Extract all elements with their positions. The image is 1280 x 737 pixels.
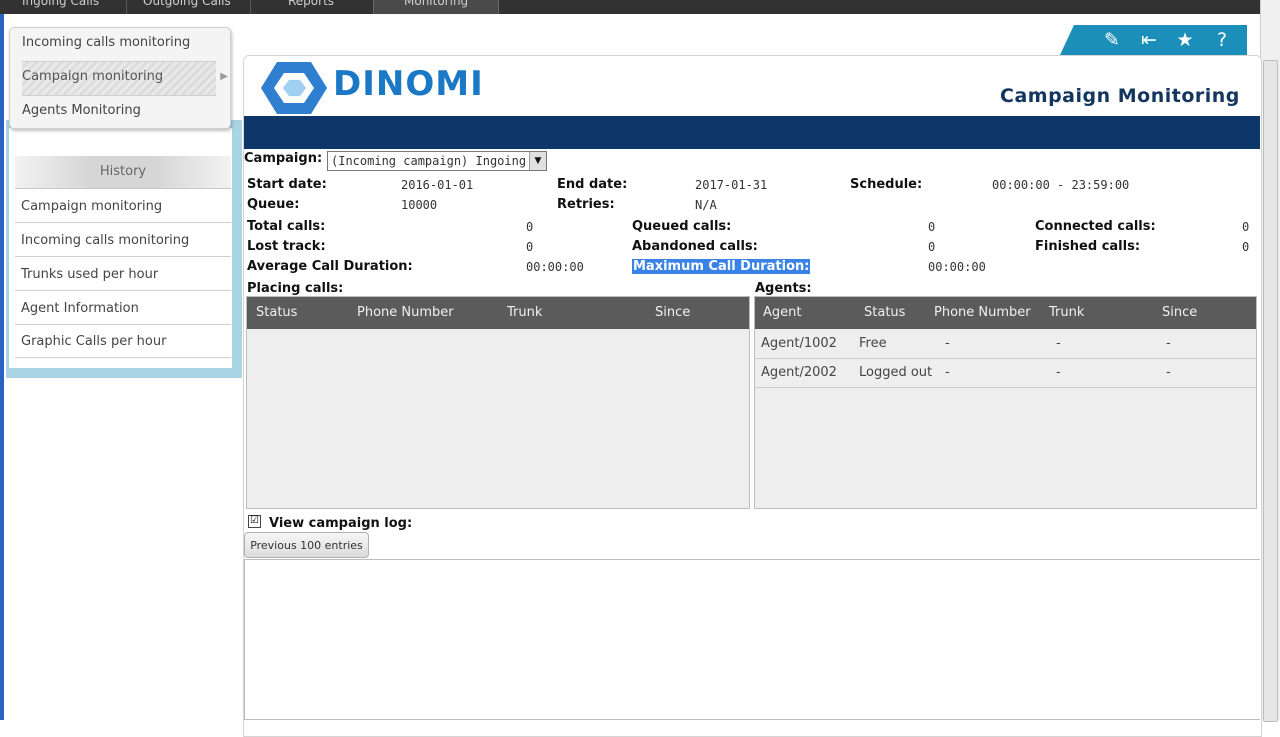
nav-separator <box>126 0 127 14</box>
finished-calls-value: 0 <box>1242 240 1250 254</box>
table-row[interactable]: Agent/1002 Free - - - <box>755 329 1256 359</box>
history-item-incoming-calls-monitoring[interactable]: Incoming calls monitoring <box>15 224 231 257</box>
agent-cell: Agent/1002 <box>761 336 837 351</box>
submenu-item-label: Agents Monitoring <box>22 103 141 118</box>
campaign-label: Campaign: <box>244 151 323 166</box>
queued-calls-label: Queued calls: <box>632 219 732 234</box>
column-header-trunk[interactable]: Trunk <box>507 297 542 329</box>
start-date-label: Start date: <box>247 177 327 192</box>
history-header: History <box>15 156 231 189</box>
campaign-log-area <box>244 559 1260 720</box>
dinomi-logo-icon <box>261 62 327 114</box>
total-calls-value: 0 <box>526 220 534 234</box>
retries-label: Retries: <box>557 197 615 212</box>
lost-track-label: Lost track: <box>247 239 326 254</box>
column-header-agent[interactable]: Agent <box>763 297 801 329</box>
trunk-cell: - <box>1056 336 1061 351</box>
chevron-right-icon: ▶ <box>220 71 228 82</box>
table-header: Status Phone Number Trunk Since <box>247 297 749 329</box>
submenu-item-label: Campaign monitoring <box>22 69 164 84</box>
avg-duration-label: Average Call Duration: <box>247 259 413 274</box>
schedule-value: 00:00:00 - 23:59:00 <box>992 178 1130 192</box>
total-calls-label: Total calls: <box>247 219 326 234</box>
placing-calls-title: Placing calls: <box>247 281 344 296</box>
collapse-icon[interactable]: ⇤ <box>1135 27 1163 53</box>
max-duration-value: 00:00:00 <box>928 260 986 274</box>
nav-tab-outgoing-calls[interactable]: Outgoing Calls <box>143 0 231 14</box>
view-log-label: View campaign log: <box>269 516 413 531</box>
trunk-cell: - <box>1056 365 1061 380</box>
lost-track-value: 0 <box>526 240 534 254</box>
status-cell: Logged out <box>859 365 933 380</box>
table-header: Agent Status Phone Number Trunk Since <box>755 297 1256 329</box>
nav-separator <box>250 0 251 14</box>
nav-tab-reports[interactable]: Reports <box>288 0 334 14</box>
abandoned-calls-value: 0 <box>928 240 936 254</box>
toolbar: ✎ ⇤ ★ ? <box>1060 25 1247 55</box>
scrollbar-thumb[interactable] <box>1263 60 1278 722</box>
queue-label: Queue: <box>247 197 300 212</box>
history-item-graphic-calls-per-hour[interactable]: Graphic Calls per hour <box>15 325 231 358</box>
agents-table: Agent Status Phone Number Trunk Since Ag… <box>754 296 1257 509</box>
schedule-label: Schedule: <box>850 177 923 192</box>
top-nav-bar: Ingoing Calls Outgoing Calls Reports Mon… <box>0 0 1260 14</box>
edit-icon[interactable]: ✎ <box>1098 27 1126 53</box>
finished-calls-label: Finished calls: <box>1035 239 1141 254</box>
header-banner <box>244 116 1260 149</box>
submenu-item-agents-monitoring[interactable]: Agents Monitoring <box>22 96 216 130</box>
left-border <box>0 14 4 720</box>
placing-calls-table: Status Phone Number Trunk Since <box>246 296 750 509</box>
queued-calls-value: 0 <box>928 220 936 234</box>
campaign-select-value: (Incoming campaign) Ingoing <box>331 154 527 168</box>
campaign-select[interactable]: (Incoming campaign) Ingoing ▼ <box>327 151 547 171</box>
max-duration-label: Maximum Call Duration: <box>632 259 811 274</box>
history-item-agent-information[interactable]: Agent Information <box>15 292 231 325</box>
history-item-campaign-monitoring[interactable]: Campaign monitoring <box>15 190 231 223</box>
status-cell: Free <box>859 336 887 351</box>
submenu-item-incoming-calls-monitoring[interactable]: Incoming calls monitoring <box>22 28 216 62</box>
chevron-down-icon[interactable]: ▼ <box>529 152 546 170</box>
page-title: Campaign Monitoring <box>1000 85 1240 107</box>
end-date-value: 2017-01-31 <box>695 178 768 192</box>
queue-value: 10000 <box>401 198 438 212</box>
start-date-value: 2016-01-01 <box>401 178 474 192</box>
previous-entries-button[interactable]: Previous 100 entries <box>244 532 369 558</box>
end-date-label: End date: <box>557 177 628 192</box>
column-header-phone-number[interactable]: Phone Number <box>934 297 1031 329</box>
brand-name: DINOMI <box>333 64 484 104</box>
avg-duration-value: 00:00:00 <box>526 260 584 274</box>
phone-number-cell: - <box>945 336 950 351</box>
nav-tab-monitoring[interactable]: Monitoring <box>373 0 500 14</box>
column-header-since[interactable]: Since <box>1162 297 1197 329</box>
history-item-trunks-used-per-hour[interactable]: Trunks used per hour <box>15 258 231 291</box>
monitoring-submenu: Incoming calls monitoring Campaign monit… <box>9 27 231 130</box>
submenu-item-campaign-monitoring[interactable]: Campaign monitoring ▶ <box>22 62 228 96</box>
star-icon[interactable]: ★ <box>1171 27 1199 53</box>
column-header-phone-number[interactable]: Phone Number <box>357 297 454 329</box>
since-cell: - <box>1166 336 1171 351</box>
agent-cell: Agent/2002 <box>761 365 837 380</box>
connected-calls-value: 0 <box>1242 220 1250 234</box>
help-icon[interactable]: ? <box>1208 27 1236 53</box>
phone-number-cell: - <box>945 365 950 380</box>
connected-calls-label: Connected calls: <box>1035 219 1156 234</box>
column-header-status[interactable]: Status <box>864 297 905 329</box>
since-cell: - <box>1166 365 1171 380</box>
abandoned-calls-label: Abandoned calls: <box>632 239 758 254</box>
submenu-item-label: Incoming calls monitoring <box>22 35 191 50</box>
column-header-since[interactable]: Since <box>655 297 690 329</box>
view-log-checkbox[interactable]: ☑ <box>248 515 261 528</box>
agents-title: Agents: <box>755 281 812 296</box>
nav-tab-ingoing-calls[interactable]: Ingoing Calls <box>22 0 99 14</box>
column-header-trunk[interactable]: Trunk <box>1049 297 1084 329</box>
retries-value: N/A <box>695 198 717 212</box>
table-row[interactable]: Agent/2002 Logged out - - - <box>755 358 1256 388</box>
column-header-status[interactable]: Status <box>256 297 297 329</box>
